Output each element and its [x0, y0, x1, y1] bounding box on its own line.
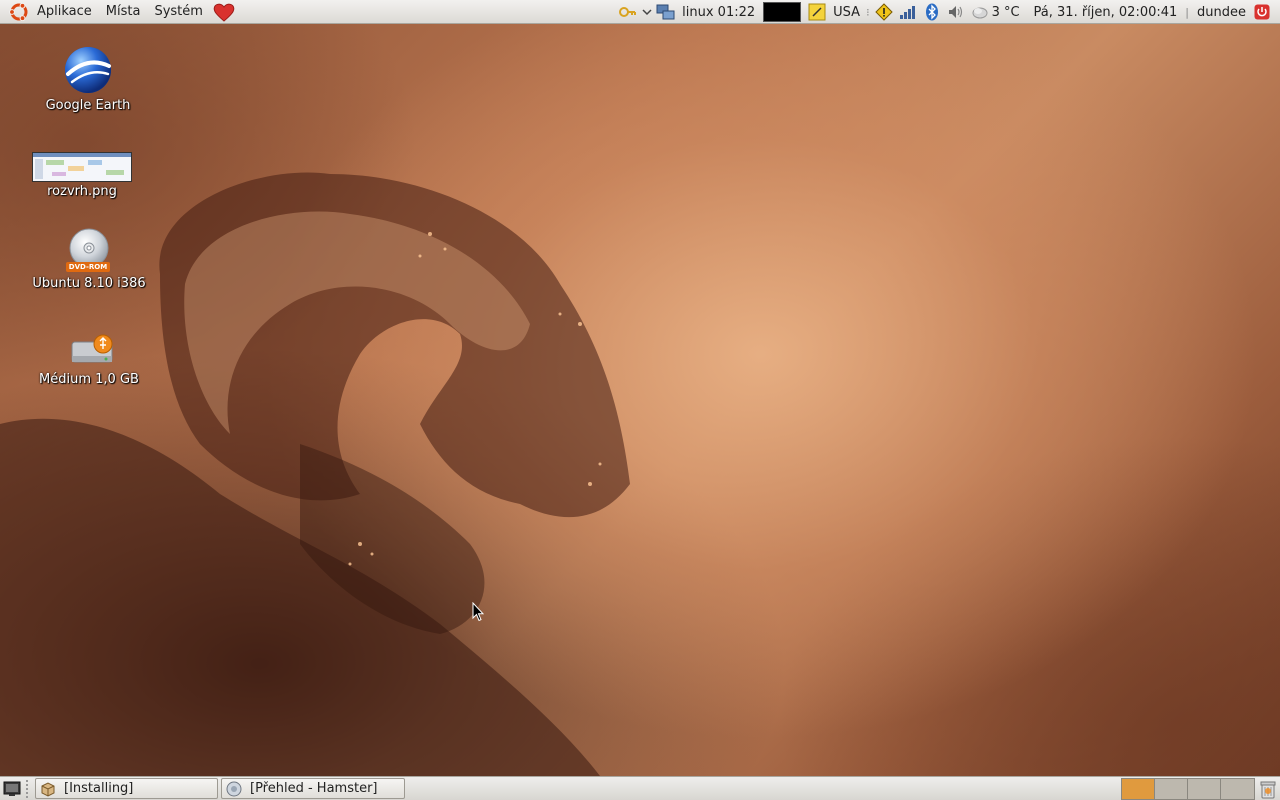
workspace-4[interactable]: [1221, 779, 1254, 799]
cpu-monitor[interactable]: [763, 2, 802, 22]
usb-drive-icon: [64, 332, 114, 370]
task-installing[interactable]: [Installing]: [35, 778, 218, 799]
task-hamster[interactable]: [Přehled - Hamster]: [221, 778, 405, 799]
volume-icon[interactable]: [946, 2, 966, 22]
user-name[interactable]: dundee: [1193, 5, 1250, 20]
workspace-1[interactable]: [1122, 779, 1155, 799]
panel-grip[interactable]: [26, 779, 32, 798]
task-label: [Installing]: [64, 781, 134, 796]
weather-temperature[interactable]: 3 °C: [992, 5, 1024, 20]
desktop-icon-google-earth[interactable]: Google Earth: [28, 44, 148, 113]
ubuntu-logo-icon[interactable]: [8, 1, 30, 23]
weather-icon[interactable]: [970, 2, 990, 22]
network-icon[interactable]: [656, 2, 676, 22]
chevron-down-icon[interactable]: [642, 2, 652, 22]
desktop-icon-label: Google Earth: [45, 98, 131, 113]
mouse-cursor-icon: [472, 602, 484, 622]
dvd-rom-icon: DVD-ROM: [65, 228, 113, 274]
separator: |: [1185, 5, 1190, 19]
desktop-wallpaper: [0, 24, 1280, 776]
menu-system[interactable]: Systém: [147, 0, 209, 24]
workspace-3[interactable]: [1188, 779, 1221, 799]
bottom-panel: [Installing] [Přehled - Hamster]: [0, 776, 1280, 800]
top-panel: Aplikace Místa Systém linux 01:22 USA ⁝: [0, 0, 1280, 24]
update-warning-icon[interactable]: [874, 2, 894, 22]
desktop-icon-ubuntu-dvd[interactable]: DVD-ROM Ubuntu 8.10 i386: [29, 228, 149, 291]
signal-strength-icon[interactable]: [898, 2, 918, 22]
power-icon[interactable]: [1252, 2, 1272, 22]
menu-places[interactable]: Místa: [99, 0, 148, 24]
desktop-icon-label: rozvrh.png: [47, 184, 117, 199]
notes-icon[interactable]: [807, 2, 827, 22]
desktop-icon-usb-medium[interactable]: Médium 1,0 GB: [29, 332, 149, 387]
heart-icon[interactable]: [212, 1, 236, 23]
keyboard-layout[interactable]: USA: [829, 5, 864, 20]
desktop-icon-label: Ubuntu 8.10 i386: [32, 276, 146, 291]
key-icon[interactable]: [618, 2, 638, 22]
show-desktop-icon: [3, 781, 21, 796]
menu-applications[interactable]: Aplikace: [30, 0, 99, 24]
image-thumbnail-icon: [32, 152, 132, 182]
system-tray: linux 01:22 USA ⁝ 3 °C Pá, 31. říjen, 02…: [616, 0, 1280, 24]
google-earth-icon: [62, 44, 114, 96]
separator: ⁝: [866, 5, 870, 19]
workspace-switcher[interactable]: [1121, 778, 1255, 800]
desktop-icon-label: Médium 1,0 GB: [39, 372, 139, 387]
workspace-label: linux 01:22: [682, 4, 756, 20]
desktop-icon-rozvrh[interactable]: rozvrh.png: [22, 152, 142, 199]
trash-icon: [1260, 781, 1275, 798]
package-icon: [41, 781, 55, 797]
dvd-rom-badge: DVD-ROM: [66, 262, 110, 272]
workspace-2[interactable]: [1155, 779, 1188, 799]
hamster-icon: [226, 781, 242, 796]
clock[interactable]: Pá, 31. říjen, 02:00:41: [1030, 5, 1182, 20]
task-label: [Přehled - Hamster]: [250, 781, 378, 796]
show-desktop-button[interactable]: [1, 778, 23, 800]
bluetooth-icon[interactable]: [922, 2, 942, 22]
trash-button[interactable]: [1257, 778, 1278, 799]
